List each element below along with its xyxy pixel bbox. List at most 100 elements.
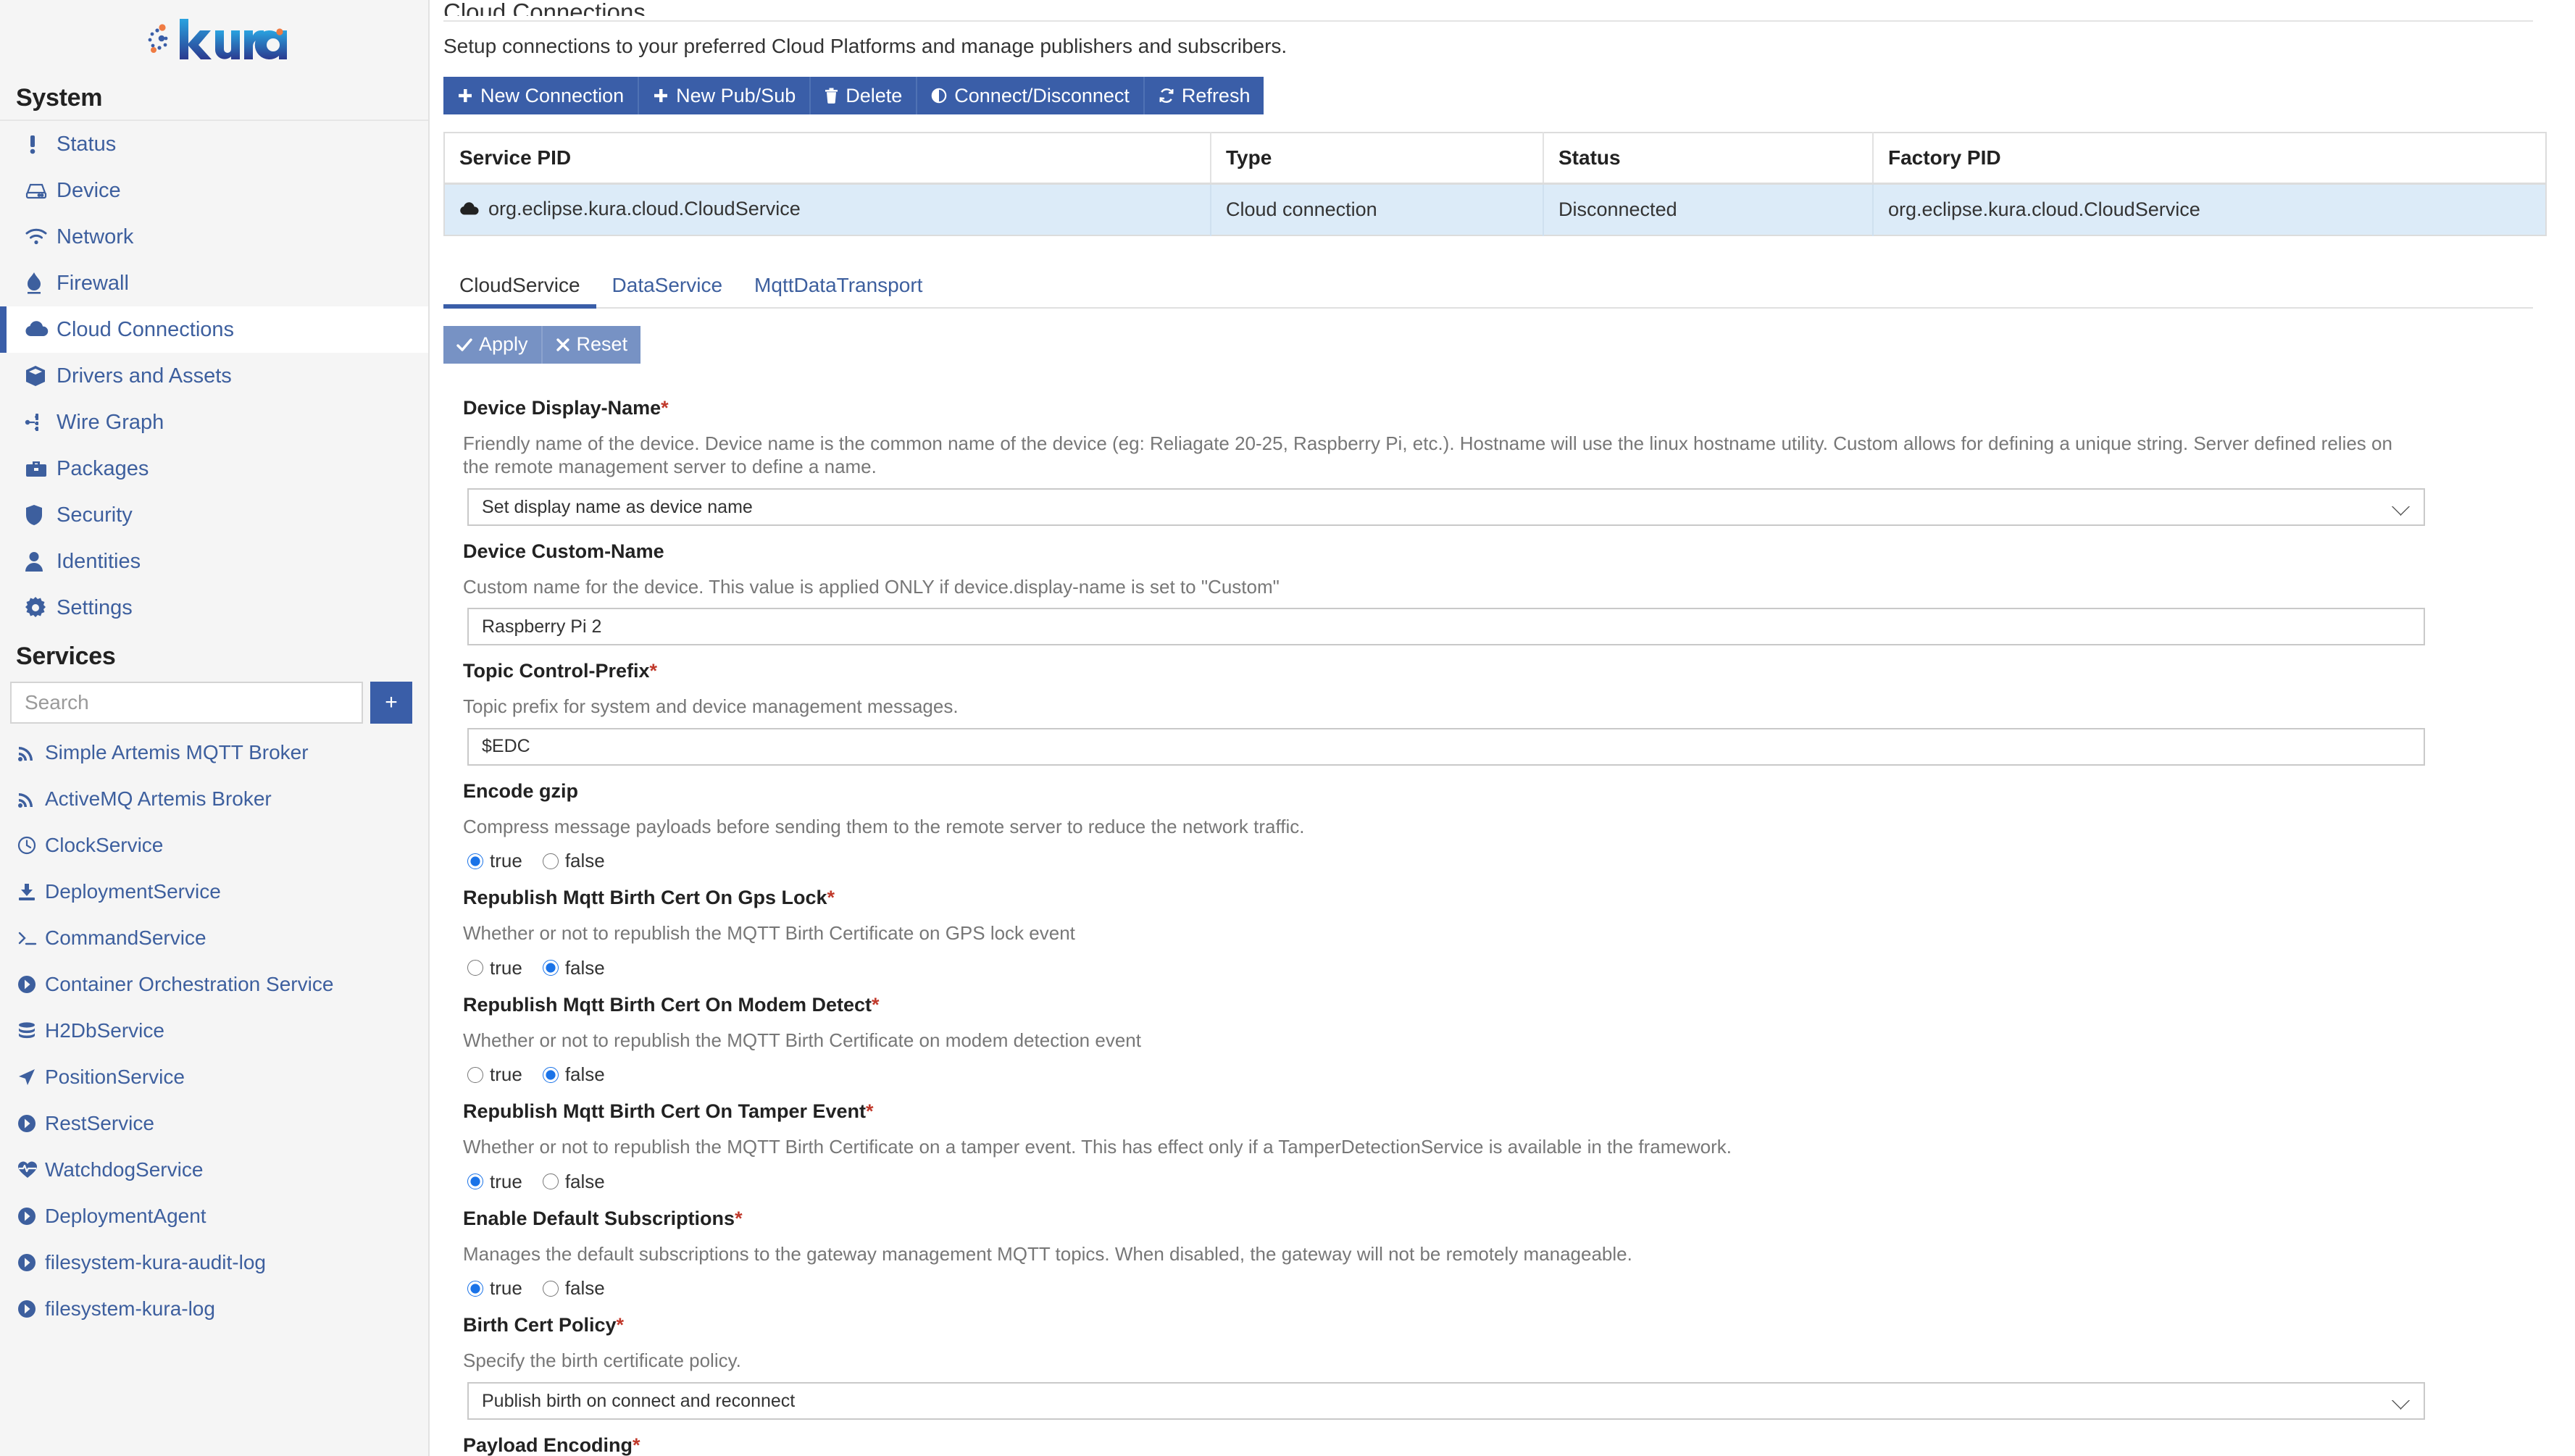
radio-option-true[interactable]: true <box>467 957 522 979</box>
page-subtitle: Setup connections to your preferred Clou… <box>443 35 1288 57</box>
service-item-restservice[interactable]: RestService <box>0 1100 428 1147</box>
radio-option-false[interactable]: false <box>542 1277 605 1300</box>
birth-cert-policy-select[interactable]: Publish birth on connect and reconnect <box>467 1381 2425 1420</box>
radio-input[interactable] <box>542 853 559 869</box>
service-item-h2dbservice[interactable]: H2DbService <box>0 1008 428 1054</box>
sidebar-item-firewall[interactable]: Firewall <box>0 260 428 306</box>
primary-nav: Status Device Network Firewall Cloud Con… <box>0 121 428 631</box>
column-header-service-pid[interactable]: Service PID <box>444 133 1211 185</box>
button-label: Refresh <box>1181 84 1251 106</box>
sidebar-item-drivers-and-assets[interactable]: Drivers and Assets <box>0 353 428 399</box>
sidebar-item-identities[interactable]: Identities <box>0 538 428 585</box>
service-item-positionservice[interactable]: PositionService <box>0 1054 428 1100</box>
sidebar-item-wire-graph[interactable]: Wire Graph <box>0 399 428 445</box>
download-icon <box>17 882 45 901</box>
tab-cloudservice[interactable]: CloudService <box>443 274 596 309</box>
radio-input[interactable] <box>467 960 483 976</box>
field-description: Whether or not to republish the MQTT Bir… <box>463 1029 1141 1051</box>
config-tabs: CloudService DataService MqttDataTranspo… <box>443 267 2533 309</box>
sidebar: System Status Device Network Firewall Cl… <box>0 0 430 1456</box>
field-label: Device Custom-Name <box>463 540 664 562</box>
radio-option-true[interactable]: true <box>467 1063 522 1086</box>
sidebar-item-device[interactable]: Device <box>0 167 428 214</box>
service-item-watchdogservice[interactable]: WatchdogService <box>0 1147 428 1193</box>
column-header-factory-pid[interactable]: Factory PID <box>1873 133 2546 185</box>
brand-logo[interactable] <box>0 0 428 76</box>
search-input[interactable] <box>10 682 363 724</box>
service-item-label: Container Orchestration Service <box>45 973 334 995</box>
radio-option-true[interactable]: true <box>467 1277 522 1300</box>
flame-icon <box>25 272 54 295</box>
reset-button[interactable]: Reset <box>542 325 641 364</box>
gps-lock-radio-group: true false <box>463 945 2419 979</box>
radio-label: true <box>490 850 522 871</box>
service-item-label: filesystem-kura-audit-log <box>45 1251 266 1273</box>
radio-input[interactable] <box>467 1066 483 1083</box>
service-item-activemq-artemis-broker[interactable]: ActiveMQ Artemis Broker <box>0 776 428 822</box>
tab-dataservice[interactable]: DataService <box>596 274 739 307</box>
service-item-container-orchestration-service[interactable]: Container Orchestration Service <box>0 961 428 1008</box>
column-header-type[interactable]: Type <box>1211 133 1544 185</box>
field-description: Compress message payloads before sending… <box>463 815 1305 837</box>
new-pubsub-button[interactable]: New Pub/Sub <box>639 77 811 114</box>
chevron-circle-icon <box>17 975 45 994</box>
cloud-connections-toolbar: New Connection New Pub/Sub Delete Connec… <box>443 77 1264 114</box>
radio-option-false[interactable]: false <box>542 1063 605 1086</box>
cloud-connections-table: Service PID Type Status Factory PID org.… <box>443 132 2547 236</box>
service-item-label: CommandService <box>45 926 206 949</box>
radio-input[interactable] <box>467 1173 483 1189</box>
sidebar-item-label: Firewall <box>57 271 129 295</box>
new-connection-button[interactable]: New Connection <box>443 77 640 114</box>
encode-gzip-radio-group: true false <box>463 838 2419 872</box>
tab-mqttdatatransport[interactable]: MqttDataTransport <box>738 274 938 307</box>
field-label: Enable Default Subscriptions* <box>463 1207 743 1229</box>
delete-button[interactable]: Delete <box>811 77 918 114</box>
sidebar-item-security[interactable]: Security <box>0 492 428 538</box>
refresh-button[interactable]: Refresh <box>1144 77 1264 114</box>
exclamation-icon <box>25 133 54 155</box>
service-item-label: filesystem-kura-log <box>45 1297 215 1320</box>
connect-disconnect-button[interactable]: Connect/Disconnect <box>917 77 1145 114</box>
radio-input[interactable] <box>467 853 483 869</box>
device-display-name-select[interactable]: Set display name as device name <box>467 488 2425 526</box>
service-item-commandservice[interactable]: CommandService <box>0 915 428 961</box>
radio-option-true[interactable]: true <box>467 850 522 872</box>
radio-input[interactable] <box>542 1173 559 1189</box>
radio-option-true[interactable]: true <box>467 1171 522 1193</box>
sidebar-item-status[interactable]: Status <box>0 121 428 167</box>
topic-control-prefix-input[interactable] <box>467 727 2425 766</box>
sidebar-item-settings[interactable]: Settings <box>0 585 428 631</box>
radio-input[interactable] <box>467 1280 483 1297</box>
radio-input[interactable] <box>542 1280 559 1297</box>
radio-input[interactable] <box>542 960 559 976</box>
sidebar-item-packages[interactable]: Packages <box>0 445 428 492</box>
table-row[interactable]: org.eclipse.kura.cloud.CloudService Clou… <box>444 183 2546 235</box>
services-heading: Services <box>16 643 116 670</box>
chevron-circle-icon <box>17 1300 45 1318</box>
sidebar-item-cloud-connections[interactable]: Cloud Connections <box>0 306 428 353</box>
column-header-status[interactable]: Status <box>1543 133 1874 185</box>
service-item-clockservice[interactable]: ClockService <box>0 822 428 869</box>
add-service-button[interactable]: + <box>370 682 412 724</box>
service-item-deploymentservice[interactable]: DeploymentService <box>0 869 428 915</box>
briefcase-icon <box>25 459 54 479</box>
chevron-circle-icon <box>17 1207 45 1226</box>
sidebar-item-label: Drivers and Assets <box>57 364 232 388</box>
sidebar-item-network[interactable]: Network <box>0 214 428 260</box>
radio-option-false[interactable]: false <box>542 1171 605 1193</box>
radio-input[interactable] <box>542 1066 559 1083</box>
radio-option-false[interactable]: false <box>542 957 605 979</box>
service-item-filesystem-kura-audit-log[interactable]: filesystem-kura-audit-log <box>0 1239 428 1286</box>
apply-button[interactable]: Apply <box>443 325 543 364</box>
required-marker: * <box>661 396 669 419</box>
service-item-filesystem-kura-log[interactable]: filesystem-kura-log <box>0 1286 428 1332</box>
service-item-simple-artemis-mqtt-broker[interactable]: Simple Artemis MQTT Broker <box>0 729 428 776</box>
cell-service-pid: org.eclipse.kura.cloud.CloudService <box>444 183 1211 235</box>
table-header: Service PID Type Status Factory PID <box>444 133 2546 185</box>
sidebar-item-label: Security <box>57 503 133 527</box>
device-custom-name-input[interactable] <box>467 608 2425 645</box>
cell-type: Cloud connection <box>1211 183 1544 235</box>
service-item-deploymentagent[interactable]: DeploymentAgent <box>0 1193 428 1239</box>
radio-option-false[interactable]: false <box>542 850 605 872</box>
sidebar-item-label: Wire Graph <box>57 410 164 434</box>
